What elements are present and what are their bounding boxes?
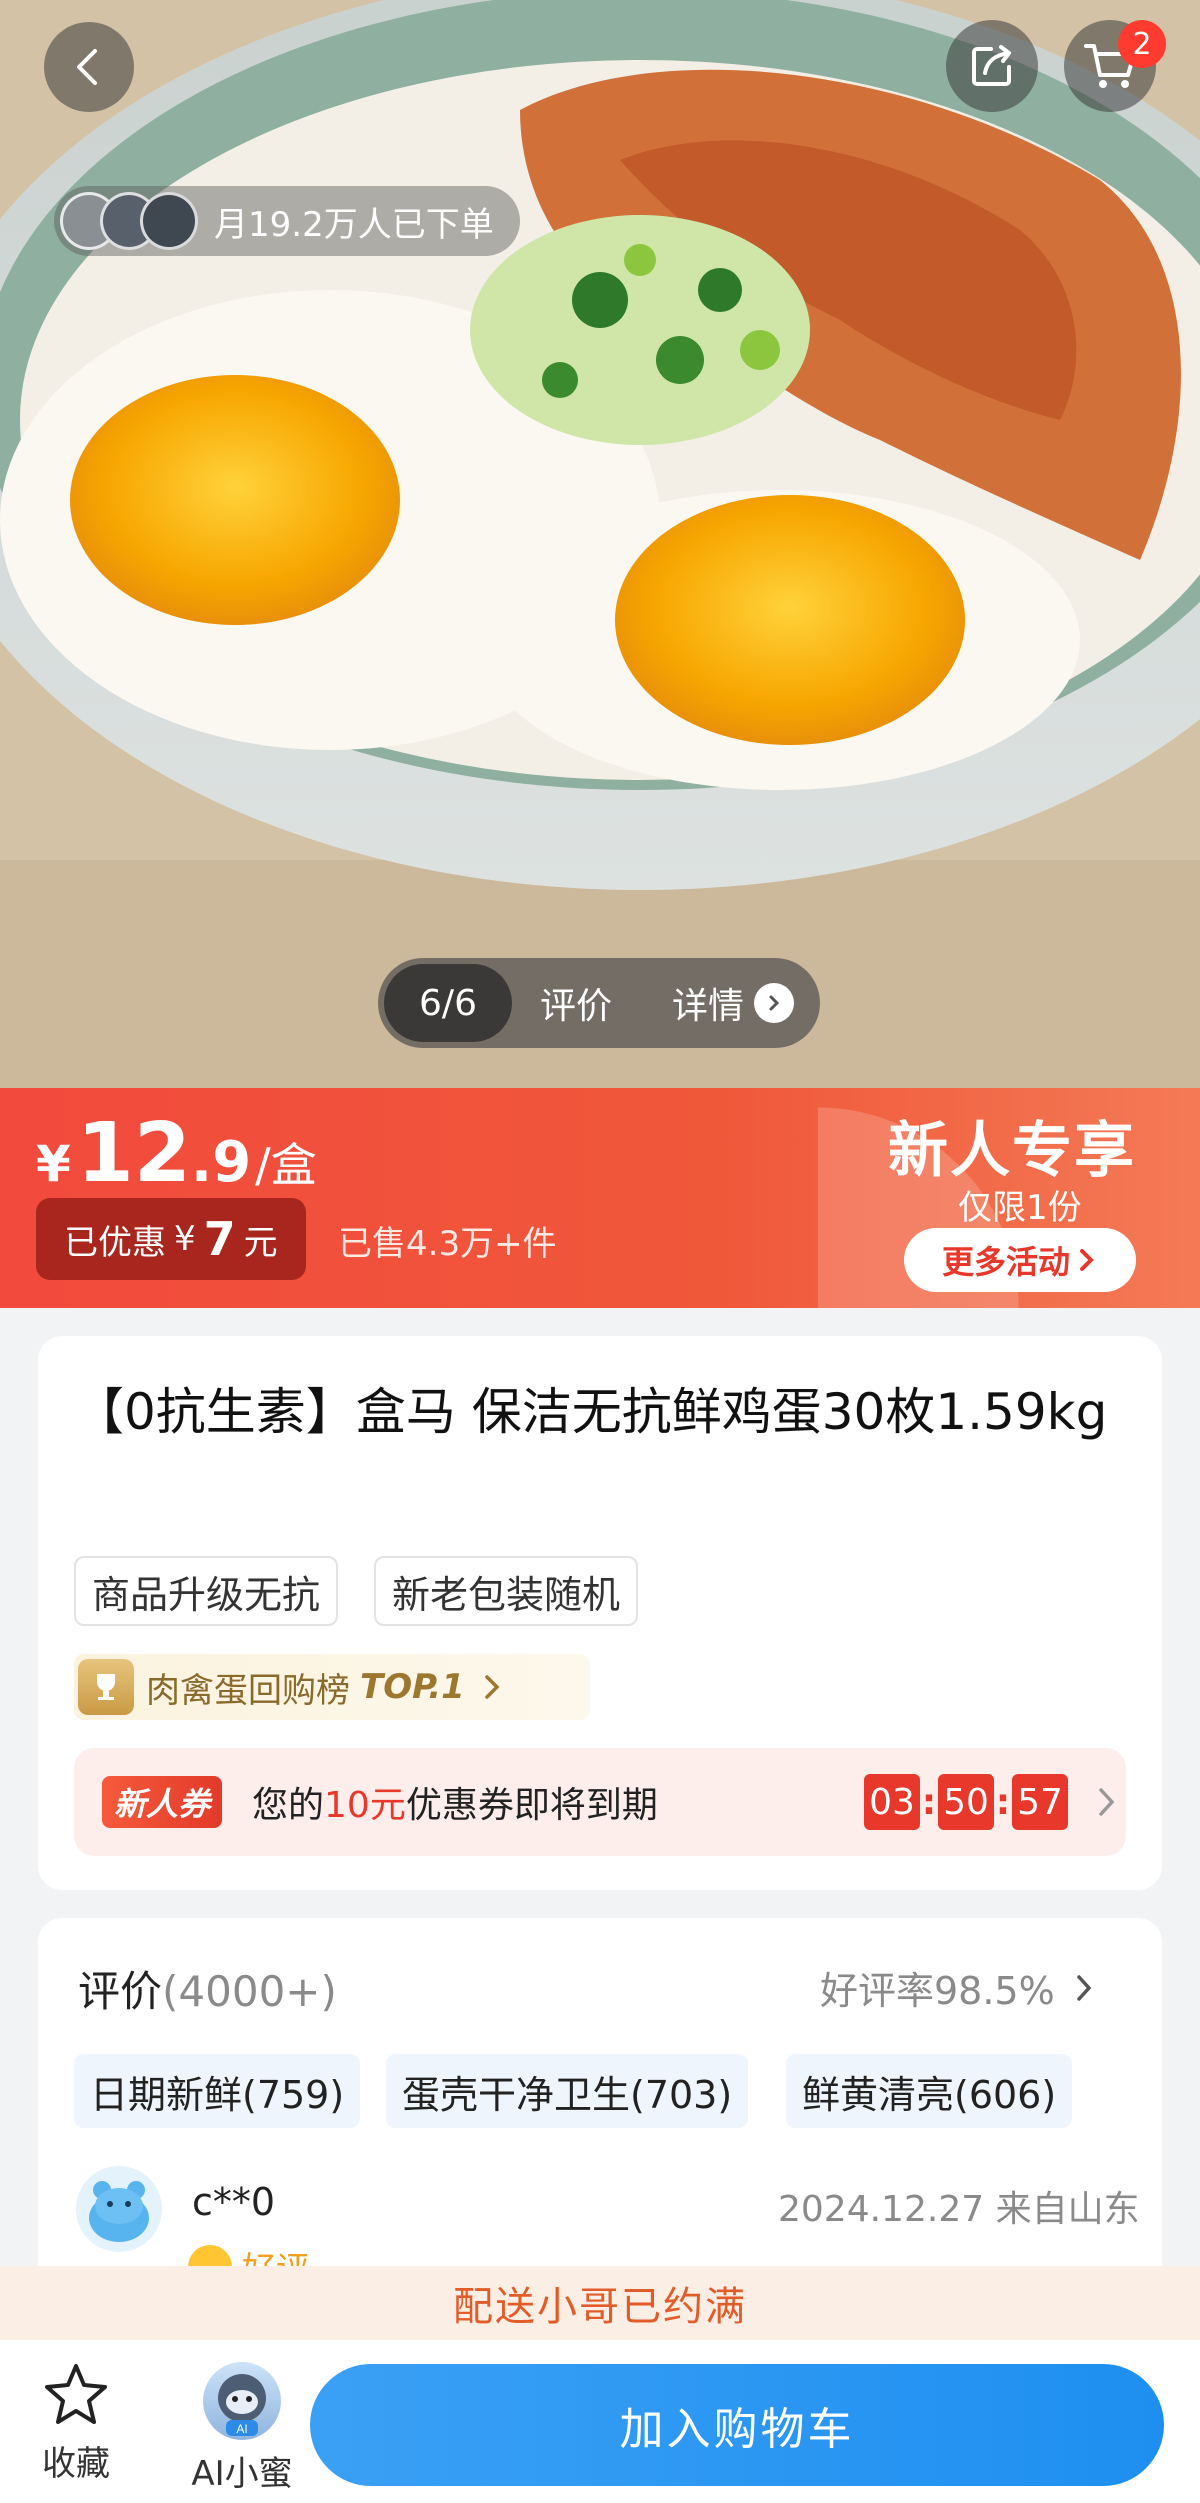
price-unit: /盒 [255, 1138, 317, 1192]
gallery-tab-details-label: 详情 [672, 986, 745, 1027]
back-button[interactable] [44, 22, 134, 112]
price-decimal: .9 [190, 1130, 252, 1195]
coupon-text-suffix: 优惠券即将到期 [405, 1785, 658, 1826]
cart-count-badge: 2 [1118, 20, 1166, 68]
add-to-cart-button[interactable]: 加入购物车 [310, 2364, 1164, 2486]
ai-assistant-button[interactable]: AI AI小蜜 [176, 2362, 308, 2495]
favorite-label: 收藏 [42, 2444, 110, 2484]
gallery-tab-reviews[interactable]: 评价 [540, 977, 612, 1029]
sold-count: 已售4.3万+件 [338, 1224, 557, 1264]
price: ¥ 12 .9 /盒 [36, 1106, 317, 1201]
discount-amount: 7 [203, 1212, 236, 1266]
ranking-label: 肉禽蛋回购榜 [146, 1670, 350, 1711]
chevron-right-icon [1080, 1249, 1094, 1271]
gallery-nav: 6/6 评价 详情 [378, 958, 820, 1048]
trophy-icon [78, 1659, 134, 1715]
avatar [140, 192, 198, 250]
discount-suffix: 元 [243, 1222, 278, 1263]
ai-badge-text: AI [236, 2422, 247, 2436]
product-info-card: 【0抗生素】盒马 保洁无抗鲜鸡蛋30枚1.59kg 商品升级无抗 新老包装随机 … [38, 1336, 1162, 1890]
new-user-coupon-badge: 新人券 [102, 1776, 223, 1828]
product-photo [0, 0, 1200, 1088]
chevron-right-icon [754, 983, 795, 1023]
product-tag: 新老包装随机 [374, 1556, 639, 1626]
positive-rate: 好评率98.5% [820, 1969, 1055, 2013]
coupon-message: 您的10元优惠券即将到期 [252, 1776, 658, 1828]
chevron-right-icon [1099, 1788, 1115, 1816]
favorite-button[interactable]: 收藏 [36, 2362, 116, 2485]
review-tag[interactable]: 日期新鲜(759) [74, 2054, 361, 2128]
countdown-seconds: 57 [1012, 1774, 1068, 1830]
reviews-title-label: 评价 [78, 1967, 163, 2016]
review-tag[interactable]: 鲜黄清亮(606) [786, 2054, 1073, 2128]
discount-prefix: 已优惠 [64, 1222, 166, 1263]
reviews-title: 评价(4000+) [78, 1958, 337, 2019]
countdown-timer: 03 : 50 : 57 [864, 1774, 1068, 1830]
countdown-separator: : [921, 1781, 937, 1823]
bottom-action-bar: 收藏 AI AI小蜜 加入购物车 [0, 2340, 1200, 2503]
ai-assistant-label: AI小蜜 [191, 2454, 293, 2494]
coupon-text-prefix: 您的 [252, 1785, 325, 1826]
recent-buyers-pill: 月19.2万人已下单 [54, 186, 520, 256]
discount-badge: 已优惠 ¥ 7 元 [36, 1198, 306, 1280]
back-icon [77, 49, 97, 85]
ranking-badge[interactable]: 肉禽蛋回购榜 TOP.1 [74, 1654, 590, 1720]
more-activities-label: 更多活动 [941, 1243, 1070, 1281]
review-date-location: 2024.12.27 来自山东 [778, 2189, 1140, 2230]
countdown-minutes: 50 [938, 1774, 994, 1830]
discount-currency: ¥ [174, 1219, 196, 1259]
product-image-gallery[interactable]: 2 月19.2万人已下单 6/6 评价 详情 [0, 0, 1200, 1088]
ranking-position: TOP.1 [360, 1667, 465, 1707]
promo-subtitle: 仅限1份 [958, 1188, 1082, 1228]
review-tag[interactable]: 蛋壳干净卫生(703) [386, 2054, 749, 2128]
delivery-notice: 配送小哥已约满 [0, 2266, 1200, 2340]
chevron-right-icon [485, 1675, 500, 1699]
reviewer-name: c**0 [192, 2180, 276, 2224]
share-button[interactable] [946, 20, 1038, 112]
gallery-counter[interactable]: 6/6 [384, 964, 512, 1042]
price-banner: ¥ 12 .9 /盒 已优惠 ¥ 7 元 已售4.3万+件 新人专享 仅限1份 … [0, 1088, 1200, 1308]
promo-title: 新人专享 [888, 1116, 1136, 1186]
countdown-hours: 03 [864, 1774, 920, 1830]
star-icon [45, 2364, 107, 2424]
share-icon [972, 45, 1011, 86]
product-tag: 商品升级无抗 [74, 1556, 339, 1626]
buyer-avatars [60, 192, 198, 250]
ai-assistant-avatar: AI [203, 2362, 281, 2440]
gallery-tab-details[interactable]: 详情 [672, 977, 795, 1029]
buyers-count-text: 月19.2万人已下单 [214, 204, 494, 245]
more-activities-button[interactable]: 更多活动 [904, 1228, 1136, 1292]
price-integer: 12 [76, 1106, 191, 1201]
avatar [76, 2166, 162, 2252]
positive-rate-link[interactable]: 好评率98.5% [820, 1960, 1095, 2015]
product-title: 【0抗生素】盒马 保洁无抗鲜鸡蛋30枚1.59kg [74, 1383, 1108, 1441]
countdown-separator: : [995, 1781, 1011, 1823]
coupon-amount: 10元 [324, 1785, 406, 1826]
price-currency: ¥ [36, 1135, 71, 1193]
coupon-expiry-bar[interactable]: 新人券 您的10元优惠券即将到期 03 : 50 : 57 [74, 1748, 1126, 1856]
chevron-right-icon [1076, 1974, 1092, 2001]
reviews-count: (4000+) [162, 1967, 337, 2016]
